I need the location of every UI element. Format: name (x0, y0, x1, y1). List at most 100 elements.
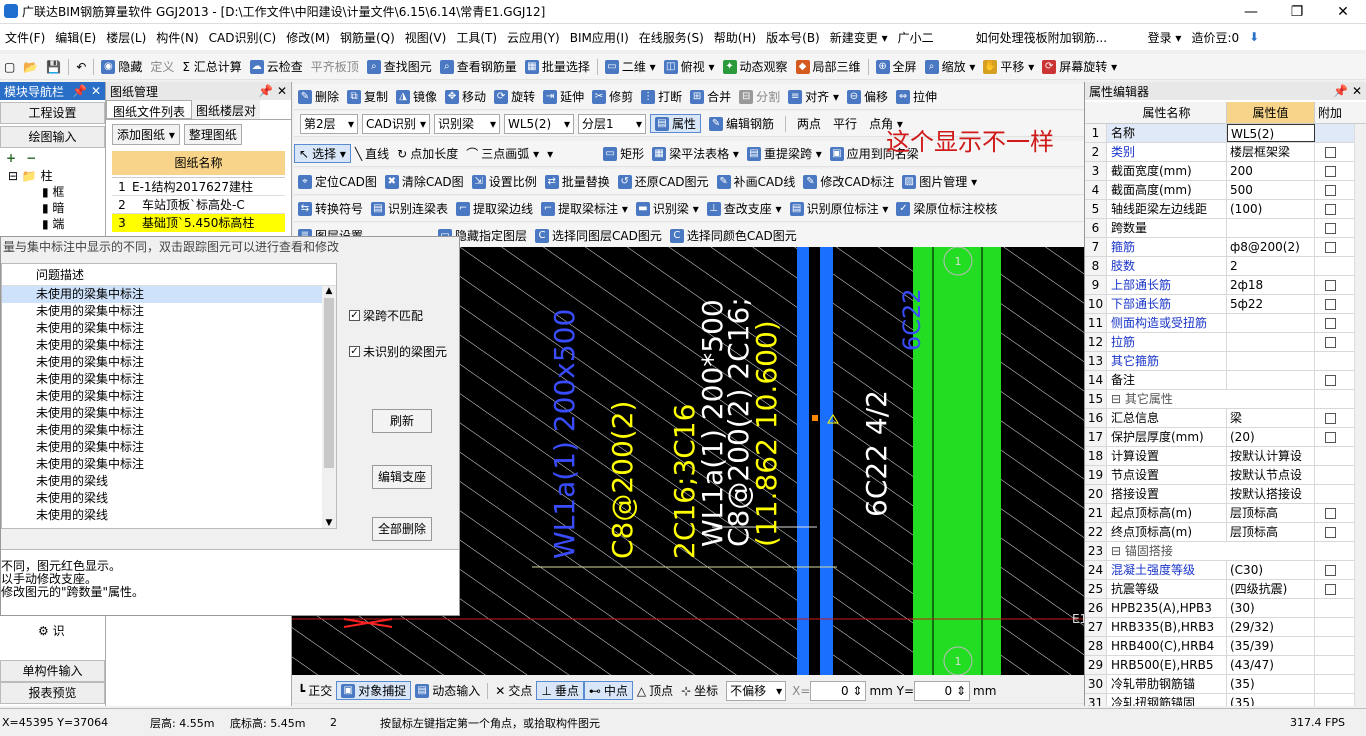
attach-cell[interactable] (1315, 637, 1345, 655)
property-value[interactable]: (35) (1227, 694, 1315, 706)
property-value[interactable] (1227, 333, 1315, 351)
attach-checkbox[interactable] (1324, 336, 1336, 348)
attach-cell[interactable] (1315, 238, 1345, 256)
re-extract-span-dropdown[interactable]: ▤ 重提梁跨 ▾ (743, 145, 826, 162)
attach-checkbox[interactable] (1324, 317, 1336, 329)
attach-checkbox[interactable] (1324, 507, 1336, 519)
attach-cell[interactable] (1315, 656, 1345, 674)
perpendicular-toggle[interactable]: ⊥ 垂点 (536, 681, 584, 700)
property-value[interactable]: ф8@200(2) (1227, 238, 1315, 256)
beam-table-dropdown[interactable]: ▦ 梁平法表格 ▾ (648, 145, 743, 162)
align-dropdown[interactable]: ≡ 对齐 ▾ (784, 88, 843, 105)
split-button[interactable]: ⊟ 分割 (735, 88, 784, 105)
x-input[interactable]: 0 ⇕ (810, 680, 867, 701)
attach-cell[interactable] (1315, 561, 1345, 579)
intersection-toggle[interactable]: ✕ 交点 (491, 682, 536, 699)
menu-tools[interactable]: 工具(T) (451, 29, 502, 46)
unrecognized-beam-checkbox[interactable]: ✓ 未识别的梁图元 (349, 343, 447, 360)
property-row[interactable]: 4 截面高度(mm) 500 (1085, 181, 1355, 200)
attach-cell[interactable] (1315, 295, 1345, 313)
attach-cell[interactable] (1315, 276, 1345, 294)
problem-item[interactable]: 未使用的梁集中标注 (2, 422, 336, 439)
mirror-button[interactable]: ◮ 镜像 (392, 88, 441, 105)
menu-modify[interactable]: 修改(M) (281, 29, 335, 46)
three-point-arc-dropdown[interactable]: ⌒ 三点画弧 ▾ (462, 145, 543, 162)
add-icon[interactable]: + (6, 151, 16, 165)
copy-button[interactable]: ⧉ 复制 (343, 88, 392, 105)
property-row[interactable]: 26 HPB235(A),HPB3 (30) (1085, 599, 1355, 618)
menu-view[interactable]: 视图(V) (400, 29, 452, 46)
extend-button[interactable]: ⇥ 延伸 (539, 88, 588, 105)
save-icon[interactable]: 💾 (42, 60, 65, 74)
tab-drawing-floor[interactable]: 图纸楼层对 (192, 100, 261, 119)
image-manage-dropdown[interactable]: ▨ 图片管理 ▾ (898, 173, 981, 190)
property-value[interactable]: 2ф18 (1227, 276, 1315, 294)
rectangle-button[interactable]: ▭ 矩形 (599, 145, 648, 162)
ortho-toggle[interactable]: ┗ 正交 (294, 682, 336, 699)
menu-online[interactable]: 在线服务(S) (634, 29, 709, 46)
pan-dropdown[interactable]: ✋ 平移 ▾ (979, 58, 1038, 75)
property-row[interactable]: 7 箍筋 ф8@200(2) (1085, 238, 1355, 257)
property-row[interactable]: 25 抗震等级 (四级抗震) (1085, 580, 1355, 599)
rotate-button[interactable]: ⟳ 旋转 (490, 88, 539, 105)
maximize-button[interactable]: ❐ (1274, 0, 1320, 24)
refresh-button[interactable]: 刷新 (372, 409, 432, 433)
beam-type-select[interactable]: 识别梁 ▾ (434, 113, 500, 134)
blank-dropdown[interactable]: ▾ (543, 147, 599, 161)
hide-button[interactable]: ◉ 隐藏 (97, 58, 146, 75)
attach-cell[interactable] (1315, 485, 1345, 503)
midpoint-toggle[interactable]: ⊷ 中点 (583, 681, 633, 700)
problem-item[interactable]: 未使用的梁集中标注 (2, 303, 336, 320)
property-value[interactable] (1227, 219, 1315, 237)
scrollbar-thumb[interactable] (324, 298, 334, 468)
attach-cell[interactable] (1315, 580, 1345, 598)
login-button[interactable]: 登录 ▾ (1143, 29, 1187, 46)
attach-checkbox[interactable] (1324, 165, 1336, 177)
property-row[interactable]: 14 备注 (1085, 371, 1355, 390)
dynamic-input-toggle[interactable]: ▤ 动态输入 (411, 682, 484, 699)
set-scale-button[interactable]: ⇲ 设置比例 (468, 173, 541, 190)
question-link[interactable]: 如何处理筏板附加钢筋... (971, 29, 1121, 46)
summary-calc-button[interactable]: Σ 汇总计算 (178, 58, 245, 75)
floor-select[interactable]: 第2层 ▾ (300, 113, 358, 134)
property-row[interactable]: 21 起点顶标高(m) 层顶标高 (1085, 504, 1355, 523)
problem-item[interactable]: 未使用的梁集中标注 (2, 439, 336, 456)
menu-bim[interactable]: BIM应用(I) (565, 29, 634, 46)
attach-cell[interactable] (1315, 333, 1345, 351)
property-row[interactable]: 8 肢数 2 (1085, 257, 1355, 276)
property-value[interactable]: 500 (1227, 181, 1315, 199)
beam-label-check-button[interactable]: ✓ 梁原位标注校核 (892, 200, 1001, 217)
property-value[interactable]: 按默认计算设 (1227, 447, 1315, 465)
redraw-cad-line-button[interactable]: ✎ 补画CAD线 (713, 173, 800, 190)
property-row[interactable]: 30 冷轧带肋钢筋锚 (35) (1085, 675, 1355, 694)
property-row[interactable]: 29 HRB500(E),HRB5 (43/47) (1085, 656, 1355, 675)
property-row[interactable]: 28 HRB400(C),HRB4 (35/39) (1085, 637, 1355, 656)
extract-beam-label-dropdown[interactable]: ⌐ 提取梁标注 ▾ (537, 200, 632, 217)
property-value[interactable]: (100) (1227, 200, 1315, 218)
clear-cad-button[interactable]: ✖ 清除CAD图 (381, 173, 468, 190)
attach-cell[interactable] (1315, 523, 1345, 541)
fullscreen-button[interactable]: ⊕ 全屏 (872, 58, 921, 75)
trim-button[interactable]: ✂ 修剪 (588, 88, 637, 105)
restore-cad-button[interactable]: ↺ 还原CAD图元 (614, 173, 713, 190)
property-value[interactable] (1227, 371, 1315, 389)
property-row[interactable]: 16 汇总信息梁 (1085, 409, 1355, 428)
property-row[interactable]: 15 ⊟ 其它属性 (1085, 390, 1355, 409)
problem-item[interactable]: 未使用的梁线 (2, 473, 336, 490)
property-value[interactable]: WL5(2) (1227, 124, 1315, 142)
open-file-icon[interactable]: 📂 (19, 60, 42, 74)
orbit-button[interactable]: ✦ 动态观察 (719, 58, 792, 75)
property-value[interactable] (1227, 352, 1315, 370)
attach-cell[interactable] (1315, 162, 1345, 180)
attach-cell[interactable] (1315, 428, 1345, 446)
attach-checkbox[interactable] (1324, 146, 1336, 158)
parallel-button[interactable]: 平行 (829, 115, 861, 132)
property-value[interactable]: (30) (1227, 599, 1315, 617)
extract-beam-edge-button[interactable]: ⌐ 提取梁边线 (452, 200, 537, 217)
select-same-layer-button[interactable]: C 选择同图层CAD图元 (531, 227, 666, 244)
minimize-button[interactable]: — (1228, 0, 1274, 24)
attach-cell[interactable] (1315, 371, 1345, 389)
menu-file[interactable]: 文件(F) (0, 29, 50, 46)
close-button[interactable]: ✕ (1320, 0, 1366, 24)
offset-select[interactable]: 不偏移 ▾ (726, 680, 787, 701)
